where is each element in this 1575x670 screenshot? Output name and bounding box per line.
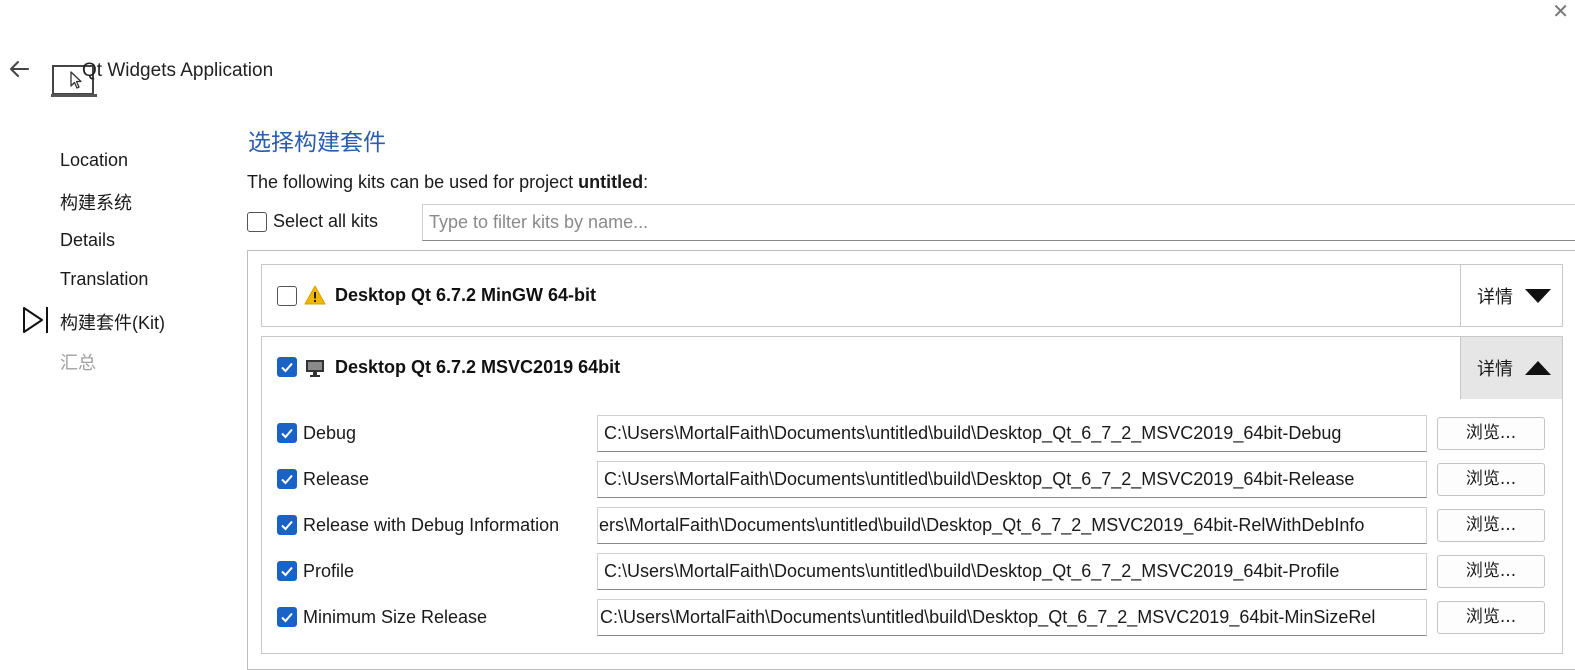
project-name: untitled (578, 172, 644, 192)
step-translation: Translation (60, 269, 149, 289)
kit-filter-input[interactable] (422, 204, 1575, 241)
page-title: 选择构建套件 (248, 130, 386, 156)
config-profile-label: Profile (303, 561, 355, 581)
chevron-down-icon (1525, 288, 1551, 303)
config-debug-browse-button[interactable]: 浏览... (1437, 417, 1545, 450)
select-all-checkbox[interactable] (247, 212, 267, 232)
details-label: 详情 (1477, 359, 1513, 379)
config-profile-browse-button[interactable]: 浏览... (1437, 555, 1545, 588)
config-relwithdebinfo-checkbox[interactable] (277, 515, 297, 535)
select-all-label: Select all kits (273, 211, 379, 231)
config-release-path-field[interactable]: C:\Users\MortalFaith\Documents\untitled\… (597, 461, 1427, 498)
config-debug-label: Debug (303, 423, 357, 443)
kit-mingw-checkbox[interactable] (277, 286, 297, 306)
close-button[interactable]: ✕ (1552, 2, 1569, 22)
config-debug-checkbox[interactable] (277, 423, 297, 443)
warning-icon (304, 285, 326, 305)
config-profile-checkbox[interactable] (277, 561, 297, 581)
config-debug-path-field[interactable]: C:\Users\MortalFaith\Documents\untitled\… (597, 415, 1427, 452)
intro-suffix: : (643, 172, 649, 192)
wizard-title: Qt Widgets Application (82, 60, 274, 81)
kit-msvc-name: Desktop Qt 6.7.2 MSVC2019 64bit (335, 357, 621, 377)
intro-text: The following kits can be used for proje… (247, 172, 648, 193)
config-minsizerel-browse-button[interactable]: 浏览... (1437, 601, 1545, 634)
desktop-monitor-icon (306, 360, 324, 377)
step-location: Location (60, 150, 129, 170)
config-minsizerel-checkbox[interactable] (277, 607, 297, 627)
step-build-system: 构建系统 (60, 193, 132, 213)
details-label: 详情 (1477, 286, 1513, 307)
config-minsizerel-path-text: C:\Users\MortalFaith\Documents\untitled\… (600, 607, 1376, 627)
config-relwithdebinfo-label: Release with Debug Information (303, 515, 560, 535)
config-release-label: Release (303, 469, 370, 489)
kit-msvc-checkbox[interactable] (277, 357, 297, 377)
kit-mingw-name: Desktop Qt 6.7.2 MinGW 64-bit (335, 285, 597, 305)
intro-prefix: The following kits can be used for proje… (247, 172, 579, 192)
config-minsizerel-path-field[interactable]: C:\Users\MortalFaith\Documents\untitled\… (597, 599, 1427, 636)
step-details: Details (60, 230, 116, 250)
step-kits: 构建套件(Kit) (60, 313, 165, 333)
kit-mingw-details-button[interactable]: 详情 (1460, 265, 1562, 326)
config-relwithdebinfo-browse-button[interactable]: 浏览... (1437, 509, 1545, 542)
step-summary: 汇总 (60, 353, 96, 373)
config-release-checkbox[interactable] (277, 469, 297, 489)
config-profile-path-field[interactable]: C:\Users\MortalFaith\Documents\untitled\… (597, 553, 1427, 590)
chevron-up-icon (1525, 361, 1551, 375)
arrow-left-icon[interactable] (6, 56, 32, 82)
kit-msvc-details-button[interactable]: 详情 (1460, 337, 1562, 399)
current-step-marker-icon (23, 307, 48, 333)
config-release-browse-button[interactable]: 浏览... (1437, 463, 1545, 496)
config-minsizerel-label: Minimum Size Release (303, 607, 488, 627)
config-relwithdebinfo-path-field[interactable]: ers\MortalFaith\Documents\untitled\build… (597, 507, 1427, 544)
